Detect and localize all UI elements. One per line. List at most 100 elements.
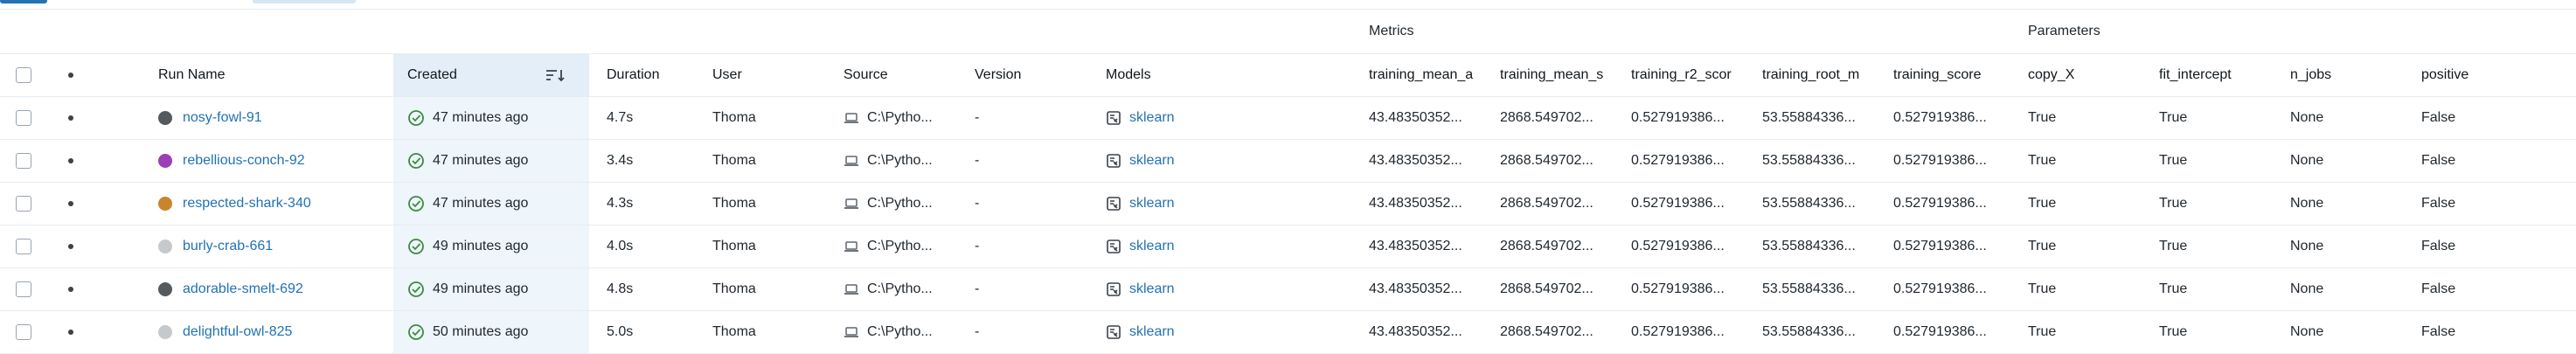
models-cell: sklearn — [1106, 268, 1281, 310]
model-icon — [1107, 325, 1121, 339]
column-header-param[interactable]: n_jobs — [2290, 54, 2413, 96]
table-row: respected-shark-340 47 minutes ago 4.3s Tho… — [0, 182, 2576, 225]
param-cell: True — [2028, 140, 2150, 182]
row-select-cell[interactable] — [16, 140, 42, 182]
sort-descending-icon[interactable] — [545, 67, 566, 83]
param-value: True — [2028, 239, 2057, 253]
metric-value: 53.55884336... — [1762, 239, 1856, 253]
user-value: Thoma — [712, 153, 756, 168]
version-cell: - — [975, 311, 1088, 353]
column-header-metric[interactable]: training_r2_scor — [1631, 54, 1755, 96]
param-value: None — [2290, 153, 2324, 168]
metric-cell: 53.55884336... — [1762, 311, 1886, 353]
header-label: copy_X — [2028, 67, 2075, 82]
model-link[interactable]: sklearn — [1129, 196, 1175, 212]
duration-cell: 4.8s — [607, 268, 703, 310]
version-value: - — [975, 110, 980, 125]
run-name-link[interactable]: adorable-smelt-692 — [183, 281, 303, 297]
user-cell: Thoma — [712, 311, 826, 353]
metric-cell: 0.527919386... — [1631, 183, 1755, 225]
column-header-run-name[interactable]: Run Name — [158, 54, 377, 96]
row-checkbox[interactable] — [16, 281, 31, 297]
row-visibility-cell[interactable] — [61, 183, 96, 225]
run-name-cell: respected-shark-340 — [158, 183, 385, 225]
header-label: training_root_m — [1762, 67, 1860, 82]
run-name-link[interactable]: delightful-owl-825 — [183, 324, 292, 340]
metric-cell: 2868.549702... — [1500, 311, 1624, 353]
metric-cell: 2868.549702... — [1500, 183, 1624, 225]
column-header-metric[interactable]: training_mean_a — [1369, 54, 1493, 96]
column-header-user[interactable]: User — [712, 54, 835, 96]
eye-icon[interactable] — [61, 238, 80, 255]
param-value: True — [2028, 153, 2057, 168]
models-cell: sklearn — [1106, 226, 1281, 267]
column-header-metric[interactable]: training_score — [1893, 54, 2017, 96]
model-icon — [1107, 154, 1121, 168]
column-header-param[interactable]: copy_X — [2028, 54, 2150, 96]
model-icon — [1107, 239, 1121, 253]
eye-icon[interactable] — [61, 152, 80, 170]
row-select-cell[interactable] — [16, 268, 42, 310]
column-header-metric[interactable]: training_root_m — [1762, 54, 1886, 96]
column-header-duration[interactable]: Duration — [607, 54, 729, 96]
row-checkbox[interactable] — [16, 239, 31, 254]
row-visibility-cell[interactable] — [61, 140, 96, 182]
metric-value: 53.55884336... — [1762, 110, 1856, 125]
row-visibility-cell[interactable] — [61, 311, 96, 353]
header-label: training_mean_a — [1369, 67, 1474, 82]
model-link[interactable]: sklearn — [1129, 239, 1175, 254]
run-name-link[interactable]: rebellious-conch-92 — [183, 153, 305, 169]
visibility-header-cell[interactable] — [61, 54, 96, 96]
run-name-link[interactable]: respected-shark-340 — [183, 196, 311, 212]
column-group-row: Metrics Parameters — [0, 9, 2576, 53]
created-time: 50 minutes ago — [433, 324, 529, 339]
metric-value: 53.55884336... — [1762, 196, 1856, 211]
row-checkbox[interactable] — [16, 110, 31, 126]
eye-icon[interactable] — [61, 281, 80, 298]
select-all-checkbox[interactable] — [16, 67, 31, 83]
column-header-created[interactable]: Created — [393, 54, 589, 96]
eye-icon[interactable] — [61, 195, 80, 212]
row-select-cell[interactable] — [16, 226, 42, 267]
run-color-dot — [158, 197, 172, 211]
model-link[interactable]: sklearn — [1129, 153, 1175, 169]
source-value: C:\Pytho... — [867, 324, 933, 339]
row-visibility-cell[interactable] — [61, 226, 96, 267]
column-header-metric[interactable]: training_mean_s — [1500, 54, 1624, 96]
table-row: burly-crab-661 49 minutes ago 4.0s Thoma C:\… — [0, 225, 2576, 267]
column-header-param[interactable]: positive — [2421, 54, 2544, 96]
eye-icon[interactable] — [61, 109, 80, 127]
row-checkbox[interactable] — [16, 196, 31, 212]
column-header-models[interactable]: Models — [1106, 54, 1228, 96]
column-header-param[interactable]: fit_intercept — [2159, 54, 2281, 96]
run-color-dot — [158, 282, 172, 296]
run-name-link[interactable]: burly-crab-661 — [183, 239, 273, 254]
laptop-icon — [844, 113, 858, 123]
row-select-cell[interactable] — [16, 311, 42, 353]
model-link[interactable]: sklearn — [1129, 324, 1175, 340]
param-cell: False — [2421, 183, 2544, 225]
param-cell: False — [2421, 140, 2544, 182]
metric-cell: 0.527919386... — [1893, 311, 2017, 353]
row-visibility-cell[interactable] — [61, 268, 96, 310]
user-cell: Thoma — [712, 140, 826, 182]
row-select-cell[interactable] — [16, 183, 42, 225]
column-header-source[interactable]: Source — [844, 54, 966, 96]
metric-value: 0.527919386... — [1893, 324, 1987, 339]
param-cell: None — [2290, 97, 2413, 139]
run-name-link[interactable]: nosy-fowl-91 — [183, 110, 262, 126]
status-success-icon — [408, 153, 424, 169]
row-checkbox[interactable] — [16, 324, 31, 340]
select-all-cell[interactable] — [16, 54, 42, 96]
model-icon — [1107, 111, 1121, 125]
model-link[interactable]: sklearn — [1129, 110, 1175, 126]
metric-value: 2868.549702... — [1500, 324, 1594, 339]
eye-icon[interactable] — [61, 323, 80, 341]
row-checkbox[interactable] — [16, 153, 31, 169]
row-visibility-cell[interactable] — [61, 97, 96, 139]
param-value: True — [2028, 196, 2057, 211]
row-select-cell[interactable] — [16, 97, 42, 139]
param-cell: True — [2159, 311, 2281, 353]
column-header-version[interactable]: Version — [975, 54, 1097, 96]
model-link[interactable]: sklearn — [1129, 281, 1175, 297]
